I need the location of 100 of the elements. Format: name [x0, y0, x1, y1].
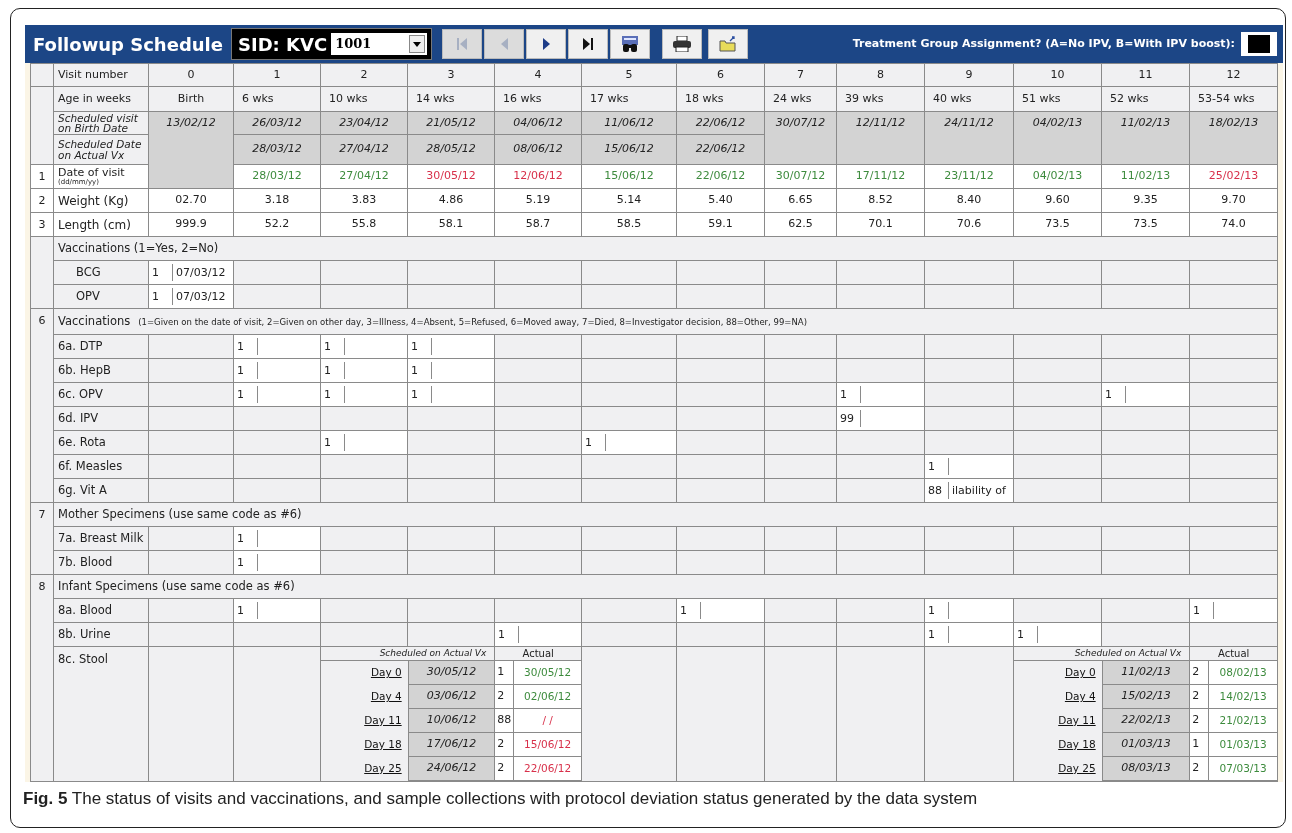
print-button[interactable]: [662, 29, 703, 59]
open-button[interactable]: [708, 29, 749, 59]
note-field[interactable]: 07/03/12: [173, 287, 233, 306]
age-cell: Birth: [148, 86, 234, 112]
visit-number: 9: [924, 63, 1014, 87]
first-icon: [457, 38, 468, 50]
visit-number: 4: [494, 63, 582, 87]
app-title: Followup Schedule: [32, 32, 224, 57]
code-field[interactable]: 1: [582, 433, 606, 452]
row-label: 6d. IPV: [53, 406, 149, 431]
day-link[interactable]: Day 25: [1058, 761, 1096, 777]
row-label: Length (cm): [53, 212, 149, 237]
visit-number: 2: [320, 63, 408, 87]
code-field[interactable]: 2: [1190, 709, 1210, 732]
scheduled-date: 22/06/12: [676, 134, 765, 165]
code-field[interactable]: 88: [925, 481, 949, 500]
scheduled-date: 08/06/12: [494, 134, 582, 165]
sid-label: SID: KVC: [237, 32, 328, 57]
day-link[interactable]: Day 18: [1058, 737, 1096, 753]
code-field[interactable]: 2: [1190, 661, 1210, 684]
row-label: Age in weeks: [53, 86, 149, 112]
visit-number: 10: [1013, 63, 1102, 87]
row-label: 6c. OPV: [53, 382, 149, 407]
code-field[interactable]: 88: [495, 709, 515, 732]
row-label: 6f. Measles: [53, 454, 149, 479]
length-cell: 73.5: [1013, 212, 1102, 237]
date-field[interactable]: 15/06/12: [514, 733, 581, 756]
code-field[interactable]: 2: [1190, 685, 1210, 708]
date-field[interactable]: 02/06/12: [514, 685, 581, 708]
note-field[interactable]: 07/03/12: [173, 263, 233, 282]
date-field[interactable]: 08/02/13: [1209, 661, 1277, 684]
row-label: 8a. Blood: [53, 598, 149, 623]
date-field[interactable]: 01/03/13: [1209, 733, 1277, 756]
length-cell: 73.5: [1101, 212, 1190, 237]
code-field[interactable]: 2: [495, 685, 515, 708]
code-field[interactable]: 1: [149, 263, 173, 282]
next-record-button[interactable]: [526, 29, 567, 59]
section-title: Infant Specimens (use same code as #6): [58, 577, 295, 595]
age-cell: 52 wks: [1101, 86, 1190, 112]
day-link[interactable]: Day 4: [1064, 689, 1096, 705]
day-link[interactable]: Day 4: [370, 689, 402, 705]
length-cell: 70.6: [924, 212, 1014, 237]
scheduled-date: 04/02/13: [1013, 111, 1102, 165]
age-cell: 14 wks: [407, 86, 495, 112]
code-field[interactable]: 2: [495, 733, 515, 756]
day-link[interactable]: Day 11: [364, 713, 402, 729]
visit-date: 11/02/13: [1101, 164, 1190, 189]
scheduled-date: 18/02/13: [1189, 111, 1278, 165]
date-field[interactable]: / /: [514, 709, 581, 732]
binoculars-icon: [621, 36, 640, 52]
row-number: 3: [38, 218, 46, 231]
code-field[interactable]: 2: [1190, 757, 1210, 780]
row-label: 7a. Breast Milk: [53, 526, 149, 551]
weight-cell: 9.70: [1189, 188, 1278, 213]
visit-date: 22/06/12: [676, 164, 765, 189]
find-button[interactable]: [610, 29, 651, 59]
date-field[interactable]: 14/02/13: [1209, 685, 1277, 708]
date-field[interactable]: 07/03/13: [1209, 757, 1277, 780]
date-field[interactable]: 30/05/12: [514, 661, 581, 684]
section-title: Vaccinations: [58, 312, 131, 330]
visit-date: 23/11/12: [924, 164, 1014, 189]
day-link[interactable]: Day 25: [364, 761, 402, 777]
row-label: Visit number: [53, 63, 149, 87]
age-cell: 16 wks: [494, 86, 582, 112]
scheduled-date: 28/03/12: [233, 134, 321, 165]
day-link[interactable]: Day 18: [364, 737, 402, 753]
scheduled-date: 17/06/12: [407, 733, 495, 757]
row-label: Weight (Kg): [53, 188, 149, 213]
last-record-button[interactable]: [568, 29, 609, 59]
visit-number: 11: [1101, 63, 1190, 87]
column-heading: Actual: [522, 648, 554, 659]
day-link[interactable]: Day 0: [370, 665, 402, 681]
column-heading: Actual: [1218, 648, 1250, 659]
row-number: 8: [38, 580, 46, 593]
sid-combobox[interactable]: 1001: [331, 33, 428, 55]
note-field[interactable]: ilability of: [949, 481, 1013, 500]
weight-cell: 8.40: [924, 188, 1014, 213]
length-cell: 70.1: [836, 212, 925, 237]
code-field[interactable]: 1: [495, 661, 515, 684]
row-label: OPV: [53, 284, 149, 309]
weight-cell: 9.35: [1101, 188, 1190, 213]
visit-number: 12: [1189, 63, 1278, 87]
day-link[interactable]: Day 11: [1058, 713, 1096, 729]
row-number: 2: [38, 194, 46, 207]
treatment-field[interactable]: [1241, 32, 1277, 56]
date-field[interactable]: 21/02/13: [1209, 709, 1277, 732]
visit-date: 15/06/12: [581, 164, 677, 189]
code-field[interactable]: 1: [149, 287, 173, 306]
scheduled-date: 30/07/12: [764, 111, 837, 165]
age-cell: 40 wks: [924, 86, 1014, 112]
figure-caption: Fig. 5 The status of visits and vaccinations, and sample collections with protocol deviation status generated by the data system: [23, 788, 979, 810]
age-cell: 18 wks: [676, 86, 765, 112]
scheduled-date: 30/05/12: [407, 661, 495, 685]
code-field[interactable]: 1: [1190, 733, 1210, 756]
age-cell: 10 wks: [320, 86, 408, 112]
code-field[interactable]: 2: [495, 757, 515, 780]
scheduled-date: 27/04/12: [320, 134, 408, 165]
date-field[interactable]: 22/06/12: [514, 757, 581, 780]
folder-icon: [719, 36, 738, 52]
day-link[interactable]: Day 0: [1064, 665, 1096, 681]
